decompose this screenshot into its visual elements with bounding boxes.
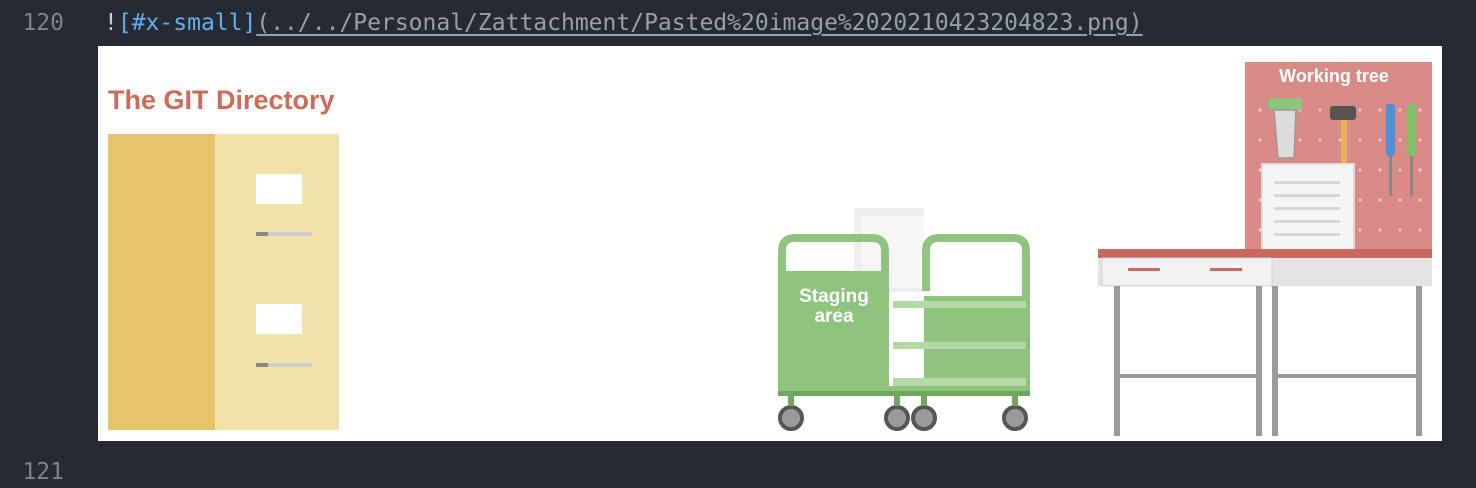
markdown-image-link-line[interactable]: ![#x-small](../../Personal/Zattachment/P… bbox=[104, 8, 1143, 38]
staging-area-label-line1: Staging bbox=[799, 286, 869, 307]
staging-area-label-line2: area bbox=[814, 306, 854, 327]
git-areas-illustration: The GIT Directory Staging area Working t… bbox=[108, 62, 1432, 436]
markdown-image-path-link[interactable]: (../../Personal/Zattachment/Pasted%20ima… bbox=[256, 10, 1142, 36]
markdown-bang: ! bbox=[104, 10, 118, 36]
embedded-image-preview[interactable]: The GIT Directory Staging area Working t… bbox=[98, 46, 1442, 441]
line-number-120: 120 bbox=[22, 10, 64, 36]
workbench-icon bbox=[1098, 62, 1432, 436]
filing-cabinet-icon bbox=[108, 134, 339, 430]
git-directory-label: The GIT Directory bbox=[108, 85, 335, 115]
working-tree-label: Working tree bbox=[1279, 66, 1389, 86]
line-number-121: 121 bbox=[22, 459, 64, 485]
markdown-alt-text[interactable]: [#x-small] bbox=[118, 10, 256, 36]
